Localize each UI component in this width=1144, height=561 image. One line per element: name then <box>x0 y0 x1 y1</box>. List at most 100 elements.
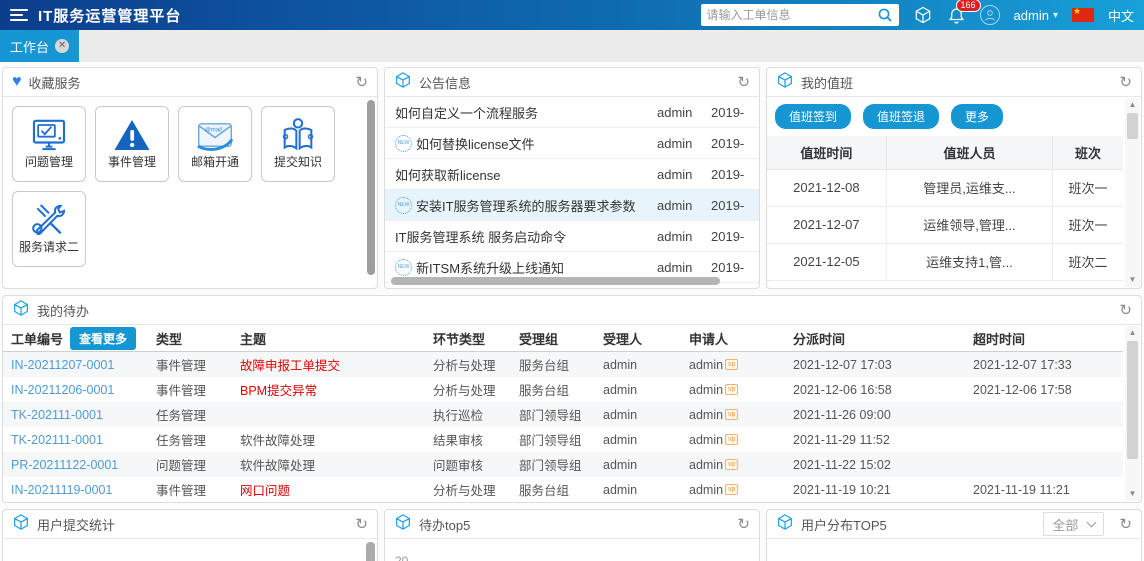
announcement-item[interactable]: IT服务管理系统 服务启动命令 admin 2019- <box>385 221 759 252</box>
search-box[interactable] <box>700 4 899 26</box>
duty-row[interactable]: 2021-12-08 管理员,运维支... 班次一 <box>767 169 1123 207</box>
cube-icon <box>776 71 794 94</box>
work-order-link[interactable]: IN-20211206-0001 <box>11 383 114 397</box>
todo-row[interactable]: IN-20211119-0001 事件管理 网口问题 分析与处理 服务台组 admin ad… <box>3 477 1123 502</box>
todo-handler: admin <box>603 482 638 497</box>
favorite-service-card[interactable]: @mail 邮箱开通 <box>178 106 252 182</box>
favorite-service-card[interactable]: 事件管理 <box>95 106 169 182</box>
scrollbar[interactable] <box>367 100 375 282</box>
panel-title: 公告信息 <box>419 75 472 91</box>
cube-icon <box>12 513 30 536</box>
panel-my-todo: 我的待办 ↻ 工单编号 查看更多 类型 主题 环节类型 受理组 受理人 申请人 分派时间 超时时间… <box>2 295 1142 503</box>
todo-dispatch-time: 2021-11-26 09:00 <box>793 407 891 422</box>
duty-cell: 2021-12-08 <box>767 169 887 207</box>
work-order-link[interactable]: IN-20211119-0001 <box>11 483 112 497</box>
scroll-down-icon[interactable]: ▼ <box>1129 273 1137 287</box>
favorite-service-card[interactable]: 服务请求二 <box>12 191 86 267</box>
scroll-up-icon[interactable]: ▲ <box>1129 326 1137 340</box>
china-flag-icon[interactable]: ★ <box>1071 6 1094 22</box>
duty-action-button[interactable]: 值班签到 <box>775 104 852 129</box>
refresh-icon[interactable]: ↻ <box>1119 517 1132 532</box>
todo-row[interactable]: PR-20211122-0001 问题管理 软件故障处理 问题审核 部门领导组 admin… <box>3 452 1123 477</box>
vip-badge-icon: vp <box>725 409 739 420</box>
refresh-icon[interactable]: ↻ <box>737 517 750 532</box>
announcement-date: 2019- <box>711 166 745 182</box>
tab-workbench[interactable]: 工作台 ✕ <box>0 30 80 62</box>
user-menu[interactable]: admin ▾ <box>1014 8 1058 23</box>
refresh-icon[interactable]: ↻ <box>355 517 368 532</box>
todo-row[interactable]: IN-20211207-0001 事件管理 故障申报工单提交 分析与处理 服务台组 adm… <box>3 352 1123 377</box>
notification-count-badge: 166 <box>955 0 981 12</box>
todo-step: 分析与处理 <box>433 359 496 373</box>
scroll-down-icon[interactable]: ▼ <box>1129 487 1137 501</box>
todo-column-header: 工单编号 查看更多 <box>11 326 156 350</box>
todo-type: 事件管理 <box>156 384 207 398</box>
work-order-link[interactable]: TK-202111-0001 <box>11 408 103 422</box>
announcement-item[interactable]: NEW 安装IT服务管理系统的服务器要求参数 admin 2019- <box>385 190 759 221</box>
panel-title: 我的值班 <box>801 75 854 91</box>
todo-dispatch-time: 2021-12-07 17:03 <box>793 357 892 372</box>
announcement-item[interactable]: NEW 如何替换license文件 admin 2019- <box>385 128 759 159</box>
favorite-service-label: 问题管理 <box>24 155 73 169</box>
vip-badge-icon: vp <box>725 434 739 445</box>
topbar: IT服务运营管理平台 166 admin ▾ ★ 中文 <box>0 0 1144 30</box>
todo-row[interactable]: IN-20211206-0001 事件管理 BPM提交异常 分析与处理 服务台组 admi… <box>3 377 1123 402</box>
scrollbar[interactable]: ▲ ▼ <box>1125 326 1140 501</box>
duty-action-button[interactable]: 更多 <box>951 104 1004 129</box>
announcement-author: admin <box>657 228 693 244</box>
scrollbar[interactable]: ▲ ▼ <box>1125 98 1140 287</box>
refresh-icon[interactable]: ↻ <box>737 75 750 90</box>
todo-table-header: 工单编号 查看更多 类型 主题 环节类型 受理组 受理人 申请人 分派时间 超时时间 <box>3 325 1123 352</box>
search-input[interactable] <box>706 8 873 22</box>
todo-column-header: 超时时间 <box>973 331 1026 347</box>
vip-badge-icon: vp <box>725 459 739 470</box>
todo-row[interactable]: TK-202111-0001 任务管理 软件故障处理 结果审核 部门领导组 admin ad… <box>3 427 1123 452</box>
favorite-service-card[interactable]: 问题管理 <box>12 106 86 182</box>
menu-toggle-icon[interactable] <box>10 9 28 21</box>
todo-subject: 软件故障处理 <box>240 459 316 473</box>
todo-type: 问题管理 <box>156 459 207 473</box>
announcement-title: 新ITSM系统升级上线通知 <box>416 260 565 276</box>
work-order-link[interactable]: PR-20211122-0001 <box>11 458 118 472</box>
duty-row[interactable]: 2021-12-07 运维领导,管理... 班次一 <box>767 206 1123 244</box>
vip-badge-icon: vp <box>725 359 739 370</box>
cube-icon <box>394 71 412 94</box>
duty-cell: 2021-12-05 <box>767 243 887 281</box>
todo-dispatch-time: 2021-12-06 16:58 <box>793 382 892 397</box>
todo-group: 服务台组 <box>519 359 570 373</box>
avatar[interactable] <box>979 5 1000 25</box>
announcement-item[interactable]: 如何自定义一个流程服务 admin 2019- <box>385 97 759 128</box>
search-icon[interactable] <box>877 7 893 23</box>
horizontal-scrollbar[interactable] <box>391 277 721 285</box>
work-order-link[interactable]: IN-20211207-0001 <box>11 358 114 372</box>
scrollbar[interactable] <box>366 542 375 561</box>
todo-step: 分析与处理 <box>433 384 496 398</box>
announcement-item[interactable]: 如何获取新license admin 2019- <box>385 159 759 190</box>
announcement-author: admin <box>657 197 693 213</box>
tab-close-icon[interactable]: ✕ <box>55 39 70 53</box>
duty-column-header: 班次 <box>1052 136 1123 170</box>
new-badge-icon: NEW <box>395 196 412 214</box>
panel-title: 待办top5 <box>419 517 471 533</box>
favorite-service-card[interactable]: 提交知识 <box>261 106 335 182</box>
work-order-link[interactable]: TK-202111-0001 <box>11 433 103 447</box>
filter-select[interactable]: 全部 <box>1043 512 1105 536</box>
todo-applicant: admin <box>689 482 724 497</box>
duty-action-button[interactable]: 值班签退 <box>863 104 940 129</box>
notifications-bell-icon[interactable]: 166 <box>947 0 981 25</box>
scroll-up-icon[interactable]: ▲ <box>1129 98 1137 112</box>
todo-row[interactable]: TK-202111-0001 任务管理 执行巡检 部门领导组 admin admin vp 2… <box>3 402 1123 427</box>
refresh-icon[interactable]: ↻ <box>1119 75 1132 90</box>
todo-step: 结果审核 <box>433 434 484 448</box>
favorite-service-label: 邮箱开通 <box>190 155 239 169</box>
refresh-icon[interactable]: ↻ <box>355 75 368 90</box>
language-switch[interactable]: 中文 <box>1108 6 1134 25</box>
announcement-title: 如何自定义一个流程服务 <box>395 105 539 121</box>
cube-icon[interactable] <box>913 5 933 25</box>
panel-title: 收藏服务 <box>28 75 81 91</box>
view-more-button[interactable]: 查看更多 <box>70 326 137 350</box>
duty-row[interactable]: 2021-12-05 运维支持1,管... 班次二 <box>767 243 1123 281</box>
refresh-icon[interactable]: ↻ <box>1119 303 1132 318</box>
cube-icon <box>776 513 794 536</box>
announcement-date: 2019- <box>711 228 745 244</box>
